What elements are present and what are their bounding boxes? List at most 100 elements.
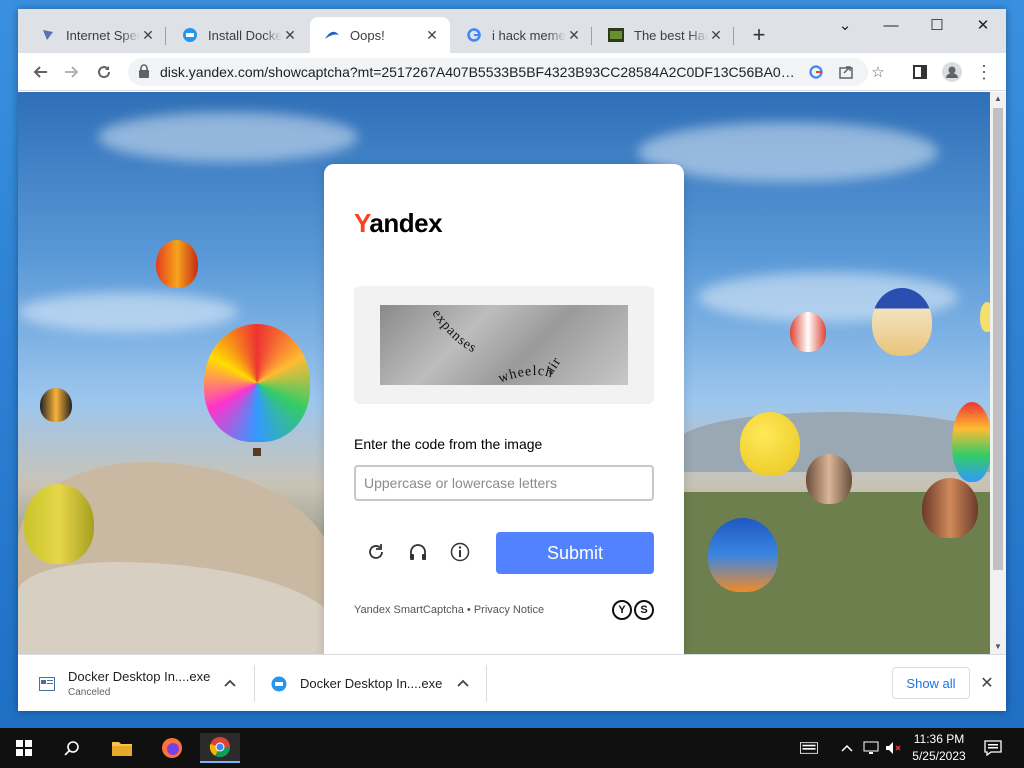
browser-toolbar: disk.yandex.com/showcaptcha?mt=2517267A4… [18,53,1006,91]
captcha-image-container: expanses wheelchair [354,286,654,404]
notification-icon[interactable] [984,739,1002,757]
taskbar: 11:36 PM 5/25/2023 [0,728,1024,768]
side-panel-icon[interactable] [908,60,932,84]
scroll-up-icon[interactable]: ▲ [993,94,1003,104]
file-icon [38,675,56,693]
address-bar[interactable]: disk.yandex.com/showcaptcha?mt=2517267A4… [128,58,885,86]
new-tab-button[interactable]: + [748,24,770,46]
system-clock[interactable]: 11:36 PM 5/25/2023 [904,731,974,765]
captcha-word-1: expanses [429,307,478,357]
docker-icon [270,675,288,693]
close-icon[interactable]: ✕ [424,27,440,43]
close-window-button[interactable]: ✕ [960,9,1006,41]
tab-label: The best Hacke [634,27,708,43]
cloud [18,292,238,332]
yandex-disk-icon [324,27,340,43]
tab-the-best-hacker[interactable]: The best Hacke ✕ [594,17,734,53]
maximize-button[interactable]: ☐ [914,9,960,41]
chevron-up-icon[interactable] [222,675,238,691]
captcha-code-input[interactable] [354,465,654,501]
firefox-icon[interactable] [152,733,192,763]
download-item[interactable]: Docker Desktop In....exe [270,655,482,711]
captcha-card: Yandex expanses wheelchair Enter the cod… [324,164,684,654]
balloon [40,388,72,422]
submit-button[interactable]: Submit [496,532,654,574]
page-content: Yandex expanses wheelchair Enter the cod… [18,92,990,654]
reload-icon[interactable] [92,60,116,84]
captcha-footer[interactable]: Yandex SmartCaptcha • Privacy Notice [354,604,544,616]
balloon [922,478,978,538]
google-icon [466,27,482,43]
download-filename: Docker Desktop In....exe [68,669,211,684]
show-all-button[interactable]: Show all [892,667,970,699]
google-translate-icon[interactable] [806,62,826,82]
tab-install-docker[interactable]: Install Docker ✕ [168,17,308,53]
tab-internet-speed[interactable]: Internet Speed ✕ [26,17,166,53]
site-icon [608,27,624,43]
clock-time: 11:36 PM [913,732,965,746]
keyboard-icon[interactable] [800,739,818,757]
close-icon[interactable]: ✕ [140,27,156,43]
lock-icon [138,64,152,80]
captcha-word-2: wheelchair [496,355,563,385]
clock-date: 5/25/2023 [912,749,966,763]
refresh-icon[interactable] [364,540,388,564]
headphones-icon[interactable] [406,540,430,564]
close-icon[interactable]: ✕ [282,27,298,43]
svg-text:expanses: expanses [429,307,479,357]
divider [486,665,487,702]
tab-separator [591,27,592,45]
chevron-down-icon[interactable]: ⌄ [822,9,868,41]
kebab-menu-icon[interactable]: ⋮ [972,60,996,84]
profile-avatar-icon[interactable] [940,60,964,84]
svg-text:wheelchair: wheelchair [496,355,564,385]
share-icon[interactable] [836,62,856,82]
url-text[interactable]: disk.yandex.com/showcaptcha?mt=2517267A4… [160,64,800,80]
chevron-up-icon[interactable] [838,739,856,757]
balloon [24,484,94,564]
back-icon[interactable] [28,60,52,84]
network-icon[interactable] [862,739,880,757]
balloon [790,312,826,352]
tab-separator [733,27,734,45]
windows-start-icon[interactable] [4,733,44,763]
yandex-logo: Yandex [354,208,443,239]
balloon [708,518,778,592]
close-icon[interactable]: ✕ [978,674,996,692]
chevron-up-icon[interactable] [455,675,471,691]
logo-text: andex [369,208,443,238]
scroll-down-icon[interactable]: ▼ [993,642,1003,652]
tab-label: Install Docker [208,27,282,43]
tab-separator [165,27,166,45]
tab-oops[interactable]: Oops! ✕ [310,17,450,53]
docker-icon [182,27,198,43]
close-icon[interactable]: ✕ [708,27,724,43]
vertical-scrollbar[interactable]: ▲ ▼ [990,92,1006,654]
download-shelf: Docker Desktop In....exe Canceled Docker… [18,654,1006,711]
scroll-thumb[interactable] [993,108,1003,570]
chrome-icon[interactable] [200,733,240,763]
logo-circle-y: Y [612,600,632,620]
bookmark-star-icon[interactable]: ☆ [868,62,888,82]
file-explorer-icon[interactable] [102,733,142,763]
balloon [872,288,932,356]
search-icon[interactable] [52,733,92,763]
tab-label: Internet Speed [66,27,140,43]
balloon [952,402,990,482]
download-item[interactable]: Docker Desktop In....exe Canceled [38,655,250,711]
divider [254,665,255,702]
minimize-button[interactable]: — [868,9,914,41]
info-icon[interactable] [448,540,472,564]
cloud [98,112,358,162]
smartcaptcha-logo: Y S [612,600,654,620]
tab-label: i hack memez [492,27,566,43]
balloon [204,324,310,442]
balloon [740,412,800,476]
tab-i-hack-memez[interactable]: i hack memez ✕ [452,17,592,53]
forward-icon[interactable] [60,60,84,84]
close-icon[interactable]: ✕ [566,27,582,43]
balloon [806,454,852,504]
balloon [980,302,990,332]
volume-muted-icon[interactable] [884,739,902,757]
download-status: Canceled [68,687,111,698]
